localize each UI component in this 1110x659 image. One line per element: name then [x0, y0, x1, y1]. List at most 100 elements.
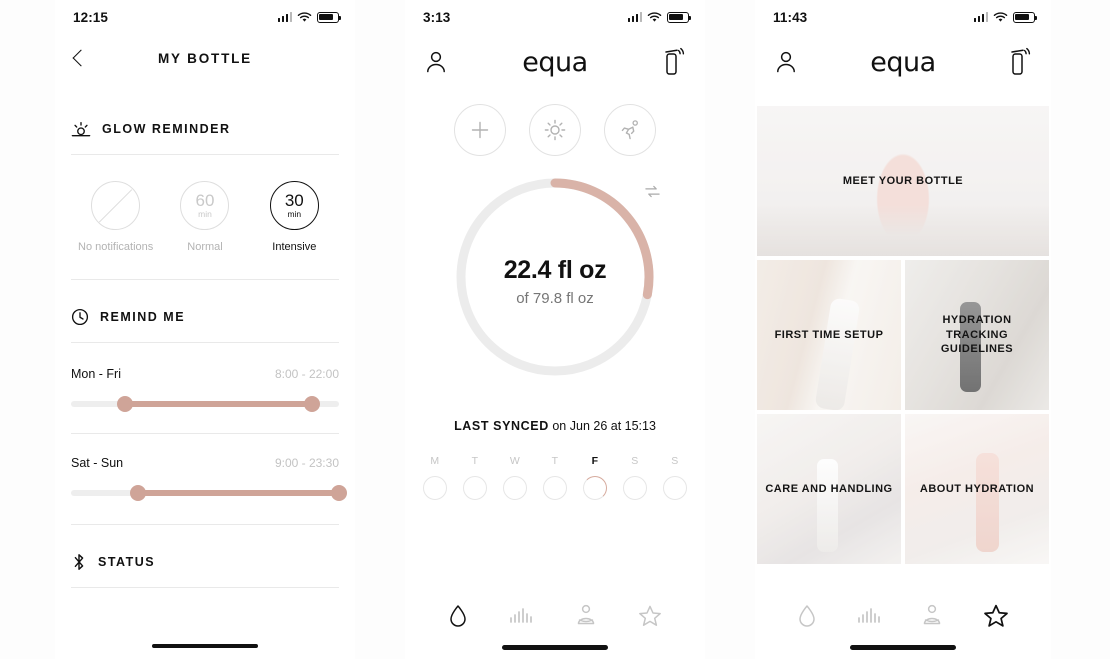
card-title: CARE AND HANDLING	[765, 482, 893, 495]
glow-option-value: 60	[195, 191, 215, 211]
add-intake-button[interactable]	[454, 104, 506, 156]
glow-option-intensive[interactable]: 30 min Intensive	[250, 181, 339, 253]
home-indicator	[850, 645, 956, 650]
remind-range-label: 9:00 - 23:30	[274, 456, 339, 470]
tab-stats[interactable]	[508, 601, 534, 631]
canvas-margin-right	[1051, 0, 1110, 659]
card-care-and-handling[interactable]: CARE AND HANDLING	[757, 414, 901, 564]
remind-slider-weekend[interactable]	[71, 485, 347, 501]
battery-icon	[317, 11, 342, 23]
bottle-signal-icon[interactable]	[1009, 47, 1031, 77]
card-meet-your-bottle[interactable]: MEET YOUR BOTTLE	[757, 106, 1049, 256]
person-icon[interactable]	[775, 50, 797, 74]
week-day-item[interactable]: S	[620, 455, 650, 500]
panel-gap-2	[705, 0, 755, 659]
tab-discover[interactable]	[982, 601, 1010, 631]
meditation-icon	[577, 604, 594, 625]
current-intake: 22.4 fl oz	[503, 256, 607, 284]
card-about-hydration[interactable]: ABOUT HYDRATION	[905, 414, 1049, 564]
week-day-item[interactable]: S	[660, 455, 690, 500]
week-day-active[interactable]: F	[580, 455, 610, 500]
glow-option-normal[interactable]: 60 min Normal	[160, 181, 249, 253]
glow-option-circle	[91, 181, 141, 230]
glow-reminder-header: GLOW REMINDER	[55, 120, 355, 138]
card-title: MEET YOUR BOTTLE	[842, 174, 964, 187]
cellular-signal-icon	[627, 12, 642, 22]
week-day-item[interactable]: T	[460, 455, 490, 500]
tab-stats[interactable]	[856, 601, 882, 631]
divider	[71, 524, 339, 525]
phone-screen-my-bottle: 12:15 MY BOTTLE GLOW REMINDER No notific…	[55, 0, 355, 659]
glow-option-circle: 60 min	[180, 181, 230, 230]
tab-hydration[interactable]	[447, 601, 469, 631]
divider	[71, 279, 339, 280]
cellular-signal-icon	[277, 12, 292, 22]
bottom-tab-bar	[405, 593, 705, 659]
battery-icon	[1013, 11, 1038, 23]
remind-row-weekend: Sat - Sun 9:00 - 23:30	[55, 456, 355, 501]
status-icons	[277, 11, 342, 23]
tab-hydration[interactable]	[796, 601, 818, 631]
glow-option-unit: min	[287, 209, 302, 220]
person-icon[interactable]	[425, 50, 447, 74]
tab-profile[interactable]	[920, 601, 944, 631]
week-day-circle	[423, 476, 447, 500]
wifi-icon	[297, 11, 312, 22]
weather-button[interactable]	[529, 104, 581, 156]
week-day-letter: S	[671, 455, 679, 467]
week-day-letter: W	[509, 455, 521, 467]
wifi-icon	[993, 11, 1008, 22]
navigation-bar: equa	[755, 34, 1051, 90]
remind-slider-weekday[interactable]	[71, 396, 339, 412]
star-icon	[639, 605, 662, 626]
slider-fill	[138, 490, 339, 496]
glow-reminder-title: GLOW REMINDER	[102, 122, 231, 136]
discover-cards: MEET YOUR BOTTLE FIRST TIME SETUP HYDRAT…	[755, 106, 1051, 564]
slider-handle-start[interactable]	[130, 485, 146, 501]
card-first-time-setup[interactable]: FIRST TIME SETUP	[757, 260, 901, 410]
last-synced-label: LAST SYNCED	[454, 419, 549, 433]
drop-icon	[799, 605, 815, 627]
glow-options: No notifications 60 min Normal 30 min In…	[55, 155, 355, 253]
week-day-letter: M	[430, 455, 440, 467]
status-section-title: STATUS	[98, 555, 156, 569]
remind-me-header: REMIND ME	[55, 308, 355, 326]
week-day-letter: F	[591, 455, 599, 467]
remind-days-label: Mon - Fri	[71, 367, 121, 381]
card-title: ABOUT HYDRATION	[919, 482, 1035, 495]
tab-discover[interactable]	[637, 601, 663, 631]
activity-button[interactable]	[604, 104, 656, 156]
slider-handle-start[interactable]	[116, 396, 133, 412]
slider-handle-end[interactable]	[304, 396, 321, 412]
star-icon	[984, 604, 1008, 627]
tab-list	[405, 593, 705, 631]
hydration-ring: 22.4 fl oz of 79.8 fl oz	[405, 170, 705, 385]
bottom-tab-bar	[755, 593, 1051, 659]
tab-profile[interactable]	[574, 601, 598, 631]
bottle-signal-icon[interactable]	[663, 47, 685, 77]
phone-screen-discover: 11:43 equa MEET YOUR BOTTLE FIRST TIME S…	[755, 0, 1051, 659]
canvas-margin-left	[0, 0, 55, 659]
slider-handle-end[interactable]	[331, 485, 347, 501]
glow-option-label: Normal	[187, 241, 223, 253]
week-day-item[interactable]: T	[540, 455, 570, 500]
slider-fill	[124, 401, 313, 407]
remind-row-weekday: Mon - Fri 8:00 - 22:00	[55, 367, 355, 412]
divider	[71, 433, 339, 434]
hydration-values: 22.4 fl oz of 79.8 fl oz	[405, 256, 705, 307]
week-selector: MTWTFSS	[405, 455, 705, 500]
sync-icon[interactable]	[644, 184, 661, 199]
week-day-item[interactable]: W	[500, 455, 530, 500]
sunrise-icon	[71, 122, 91, 137]
phone-screen-hydration: 3:13 equa 22.4 fl oz of 79.8 fl oz LAST …	[405, 0, 705, 659]
card-hydration-tracking-guidelines[interactable]: HYDRATION TRACKING GUIDELINES	[905, 260, 1049, 410]
week-day-item[interactable]: M	[420, 455, 450, 500]
week-day-circle	[463, 476, 487, 500]
status-time: 12:15	[73, 9, 109, 25]
last-synced: LAST SYNCED on Jun 26 at 15:13	[405, 419, 705, 433]
meditation-icon	[923, 604, 941, 625]
status-bar: 12:15	[55, 0, 355, 34]
wifi-icon	[647, 11, 662, 22]
bars-icon	[510, 608, 533, 623]
glow-option-no-notifications[interactable]: No notifications	[71, 181, 160, 253]
